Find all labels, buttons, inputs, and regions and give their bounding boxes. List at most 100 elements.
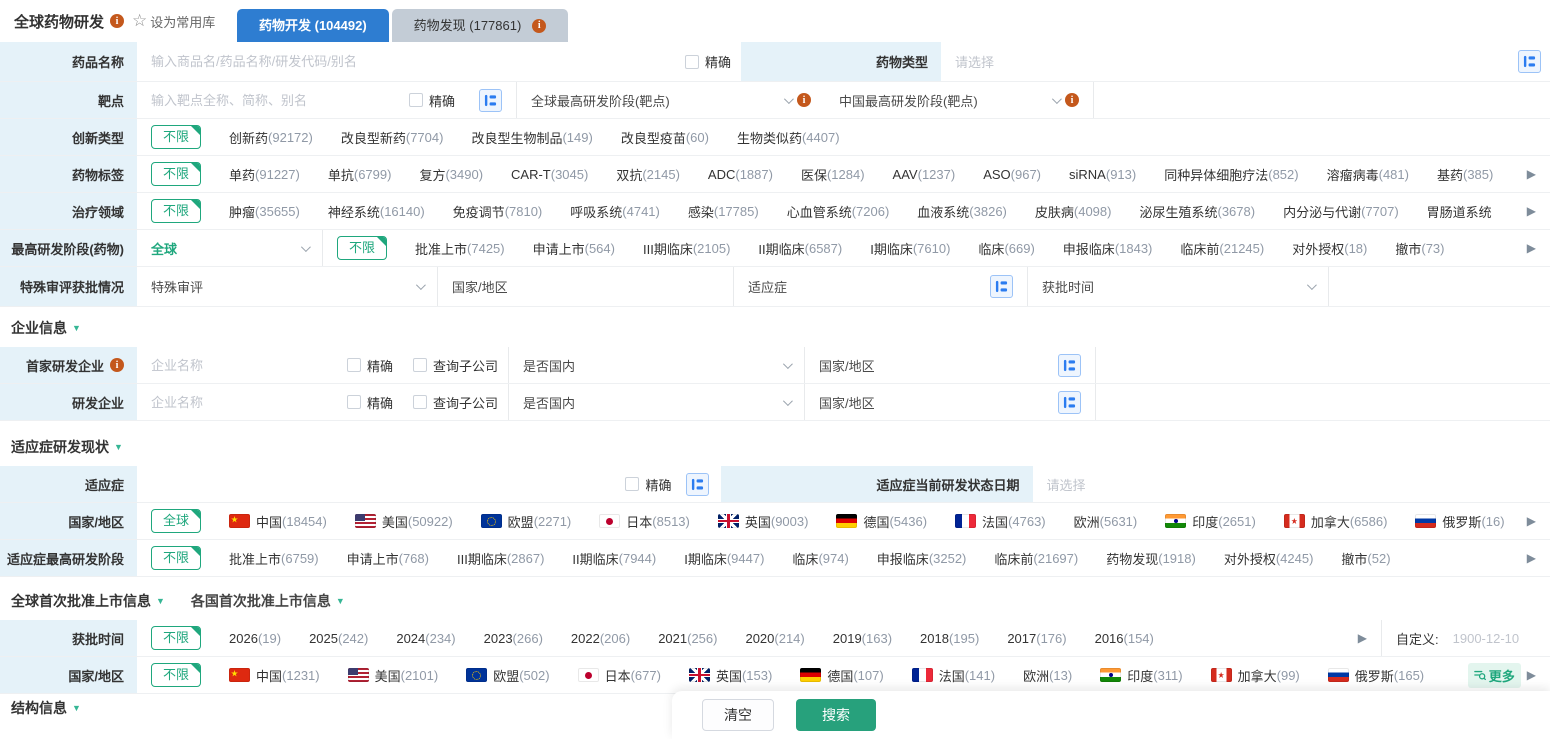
- indication-date-select[interactable]: 请选择: [1033, 475, 1100, 494]
- filter-option[interactable]: 撤市(52): [1341, 549, 1390, 568]
- unlimited-button[interactable]: 不限: [151, 125, 201, 149]
- developer-input[interactable]: [137, 395, 337, 410]
- info-icon[interactable]: [532, 19, 546, 33]
- filter-option[interactable]: 泌尿生殖系统(3678): [1139, 202, 1255, 221]
- cn-target-stage-select[interactable]: 中国最高研发阶段(靶点): [825, 91, 1093, 110]
- section-title-global[interactable]: 全球首次批准上市信息: [11, 591, 165, 611]
- filter-option[interactable]: 生物类似药(4407): [737, 128, 840, 147]
- drug-type-select[interactable]: 请选择: [941, 52, 1008, 71]
- tree-select-icon[interactable]: [1058, 354, 1081, 377]
- filter-option[interactable]: 2022(206): [571, 631, 630, 646]
- exact-checkbox[interactable]: 精确: [615, 475, 681, 494]
- scope-select[interactable]: 全球: [137, 239, 322, 258]
- filter-option[interactable]: 2021(256): [658, 631, 717, 646]
- section-title[interactable]: 适应症研发现状: [11, 437, 123, 457]
- filter-option[interactable]: 2023(266): [484, 631, 543, 646]
- filter-option[interactable]: II期临床(7944): [572, 549, 656, 568]
- filter-option[interactable]: 英国(9003): [718, 512, 809, 531]
- unlimited-button[interactable]: 不限: [337, 236, 387, 260]
- filter-option[interactable]: 溶瘤病毒(481): [1327, 165, 1409, 184]
- first-developer-input[interactable]: [137, 358, 337, 373]
- filter-option[interactable]: 神经系统(16140): [328, 202, 425, 221]
- filter-option[interactable]: 法国(4763): [955, 512, 1046, 531]
- filter-option[interactable]: 肿瘤(35655): [229, 202, 300, 221]
- tree-select-icon[interactable]: [1518, 50, 1541, 73]
- filter-option[interactable]: 申请上市(768): [347, 549, 429, 568]
- unlimited-button[interactable]: 不限: [151, 162, 201, 186]
- filter-option[interactable]: 俄罗斯(16): [1415, 512, 1504, 531]
- filter-option[interactable]: 改良型疫苗(60): [621, 128, 709, 147]
- filter-option[interactable]: 2016(154): [1095, 631, 1154, 646]
- info-icon[interactable]: [1065, 93, 1079, 107]
- filter-option[interactable]: siRNA(913): [1069, 167, 1136, 182]
- approval-time-select[interactable]: 获批时间: [1028, 277, 1328, 296]
- filter-option[interactable]: 2026(19): [229, 631, 281, 646]
- filter-option[interactable]: I期临床(7610): [870, 239, 950, 258]
- custom-date-input[interactable]: 1900-12-10: [1453, 631, 1520, 646]
- filter-option[interactable]: CAR-T(3045): [511, 167, 588, 182]
- filter-option[interactable]: 皮肤病(4098): [1035, 202, 1112, 221]
- exact-checkbox[interactable]: 精确: [337, 356, 403, 375]
- filter-option[interactable]: 2019(163): [833, 631, 892, 646]
- indication-input[interactable]: [137, 477, 615, 492]
- filter-option[interactable]: 临床(669): [978, 239, 1034, 258]
- checkbox-icon[interactable]: [347, 358, 361, 372]
- filter-option[interactable]: 双抗(2145): [616, 165, 680, 184]
- country-region-select[interactable]: 国家/地区: [805, 391, 1095, 414]
- exact-checkbox[interactable]: 精确: [337, 393, 403, 412]
- global-button[interactable]: 全球: [151, 509, 201, 533]
- filter-option[interactable]: 德国(5436): [836, 512, 927, 531]
- filter-option[interactable]: 2025(242): [309, 631, 368, 646]
- filter-option[interactable]: 创新药(92172): [229, 128, 313, 147]
- filter-option[interactable]: 基药(385): [1437, 165, 1493, 184]
- filter-option[interactable]: 印度(2651): [1165, 512, 1256, 531]
- filter-option[interactable]: 血液系统(3826): [917, 202, 1007, 221]
- sub-company-checkbox[interactable]: 查询子公司: [403, 393, 508, 412]
- filter-option[interactable]: 批准上市(6759): [229, 549, 319, 568]
- expand-arrow-icon[interactable]: [1521, 241, 1550, 255]
- section-title[interactable]: 企业信息: [11, 318, 81, 338]
- tab-drug-development[interactable]: 药物开发 (104492): [237, 9, 389, 42]
- filter-option[interactable]: 医保(1284): [801, 165, 865, 184]
- search-button[interactable]: 搜索: [796, 699, 876, 731]
- filter-option[interactable]: ADC(1887): [708, 167, 773, 182]
- tree-select-icon[interactable]: [686, 473, 709, 496]
- checkbox-icon[interactable]: [347, 395, 361, 409]
- filter-option[interactable]: 改良型生物制品(149): [471, 128, 592, 147]
- filter-option[interactable]: 单抗(6799): [328, 165, 392, 184]
- filter-option[interactable]: 加拿大(6586): [1284, 512, 1388, 531]
- filter-option[interactable]: 2024(234): [396, 631, 455, 646]
- country-region-select[interactable]: 国家/地区: [438, 277, 733, 296]
- domestic-select[interactable]: 是否国内: [509, 393, 804, 412]
- indication-select[interactable]: 适应症: [734, 275, 1027, 298]
- expand-arrow-icon[interactable]: [1521, 514, 1550, 528]
- filter-option[interactable]: 2018(195): [920, 631, 979, 646]
- filter-option[interactable]: 欧盟(2271): [481, 512, 572, 531]
- special-review-select[interactable]: 特殊审评: [137, 277, 437, 296]
- filter-option[interactable]: 临床前(21245): [1180, 239, 1264, 258]
- filter-option[interactable]: 2020(214): [745, 631, 804, 646]
- filter-option[interactable]: 临床前(21697): [994, 549, 1078, 568]
- filter-option[interactable]: 欧洲(5631): [1074, 512, 1138, 531]
- filter-option[interactable]: III期临床(2867): [457, 549, 544, 568]
- tree-select-icon[interactable]: [1058, 391, 1081, 414]
- checkbox-icon[interactable]: [413, 358, 427, 372]
- info-icon[interactable]: [110, 14, 124, 28]
- filter-option[interactable]: 单药(91227): [229, 165, 300, 184]
- section-title-country[interactable]: 各国首次批准上市信息: [191, 591, 345, 611]
- unlimited-button[interactable]: 不限: [151, 626, 201, 650]
- filter-option[interactable]: 药物发现(1918): [1106, 549, 1196, 568]
- filter-option[interactable]: 撤市(73): [1395, 239, 1444, 258]
- checkbox-icon[interactable]: [409, 93, 423, 107]
- info-icon[interactable]: [797, 93, 811, 107]
- expand-arrow-icon[interactable]: [1521, 551, 1550, 565]
- filter-option[interactable]: I期临床(9447): [684, 549, 764, 568]
- filter-option[interactable]: 申报临床(3252): [877, 549, 967, 568]
- filter-option[interactable]: 对外授权(4245): [1224, 549, 1314, 568]
- expand-arrow-icon[interactable]: [1352, 631, 1381, 645]
- filter-option[interactable]: 感染(17785): [688, 202, 759, 221]
- info-icon[interactable]: [110, 358, 124, 372]
- expand-arrow-icon[interactable]: [1521, 204, 1550, 218]
- filter-option[interactable]: III期临床(2105): [643, 239, 730, 258]
- favorite-star-icon[interactable]: [132, 11, 147, 31]
